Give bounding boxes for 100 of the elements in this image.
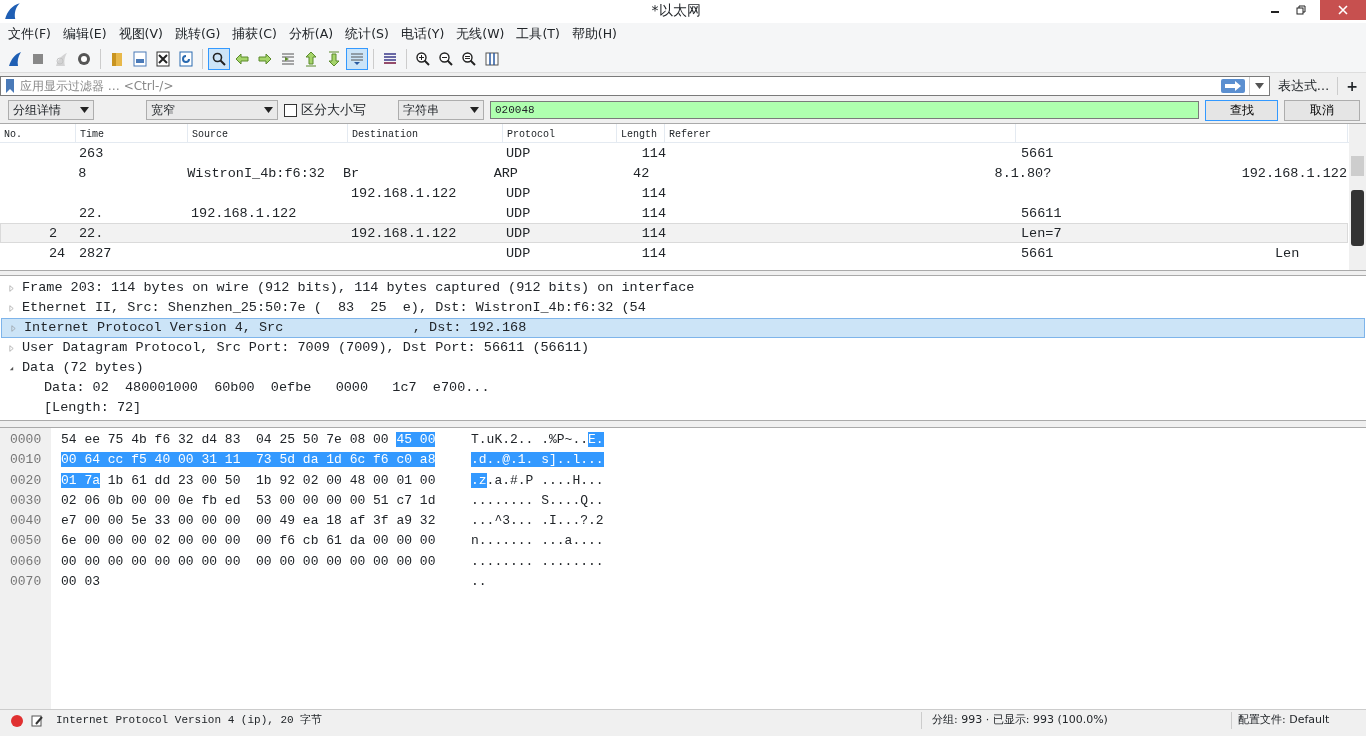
ascii-text: ........ S....Q.. [471,492,604,508]
table-cell: 22. [79,226,104,241]
table-cell: 8.1.80? [994,166,1052,181]
column-header[interactable]: No. [0,124,76,142]
table-cell: 24 [49,246,66,261]
column-header[interactable]: Source [188,124,348,142]
tree-label: Data: 02 480001000 60b00 0efbe 0000 1c7 e700... [44,378,490,397]
column-header[interactable]: Length [617,124,665,142]
column-header[interactable]: Destination [348,124,503,142]
hex-bytes: e7 00 00 5e 33 00 00 00 00 49 ea 18 af 3f a9 32 [61,513,436,529]
charset-select[interactable]: 宽窄 [146,100,278,120]
hex-bytes: 45 00 [396,432,436,447]
add-filter-button[interactable]: + [1338,75,1366,97]
menu-item[interactable]: 统计(S) [339,25,395,44]
tree-label: [Length: 72] [44,398,142,417]
table-cell: UDP [506,246,531,261]
menu-item[interactable]: 视图(V) [112,25,169,44]
table-cell: 2 [49,226,58,241]
menu-item[interactable]: 无线(W) [450,25,511,44]
table-cell: WistronI_4b:f6:32 [187,166,325,181]
hex-bytes: 00 03 [61,574,100,590]
ascii-text: T.uK.2.. .%P~.. [471,432,589,447]
table-cell: 42 [633,166,650,181]
offset-label: 0030 [9,491,43,510]
menu-item[interactable]: 电话(Y) [394,25,451,44]
table-cell: 22. [79,206,104,221]
table-cell: 192.168.1.122 [191,206,297,221]
caret-icon [470,107,479,113]
table-cell: 114 [641,186,666,201]
restore-icon[interactable] [1296,5,1306,15]
table-cell: 114 [641,226,666,241]
ascii-text: n....... ...a.... [471,533,604,549]
table-cell: 8 [78,166,87,181]
profile-label: 配置文件: Default [1231,712,1330,729]
packet-row[interactable]: 22. 192.168.1.122 UDP 114 56611 [0,203,1348,223]
hex-bytes: 1b 61 dd 23 00 50 1b 92 02 00 48 00 01 00 [106,472,436,488]
menu-item[interactable]: 分析(A) [282,25,340,44]
tree-row[interactable]: Internet Protocol Version 4, Src , Dst: 192.168 [1,318,1365,338]
offset-label: 0070 [9,573,43,592]
ascii-text: .d..@.1. s]..l... [471,452,604,468]
table-cell: ARP [493,166,518,181]
expression-button[interactable]: 表达式… [1269,76,1339,96]
menu-item[interactable]: 文件(F) [2,25,57,44]
tree-label: Internet Protocol Version 4, Src , Dst: 192.168 [24,318,527,337]
close-icon[interactable] [1338,5,1348,15]
offset-label: 0010 [9,451,43,470]
tree-row[interactable]: User Datagram Protocol, Src Port: 7009 (7009), Dst Port: 56611 (56611) [0,338,1366,358]
table-cell: UDP [506,146,531,161]
table-cell: 192.168.1.122 [351,186,457,201]
window-title: *以太网 [651,2,701,18]
table-cell: UDP [506,206,531,221]
table-cell: 5661 [1021,146,1054,161]
column-header[interactable]: Referer [665,124,1016,142]
caret-icon [80,107,89,113]
column-header[interactable]: Protocol [503,124,617,142]
search-scope-select[interactable]: 分组详情 [8,100,94,120]
table-cell: 2827 [79,246,112,261]
scrollbar[interactable] [1349,124,1366,270]
search-type-select[interactable]: 字符串 [398,100,484,120]
packet-row[interactable]: 2 22. 192.168.1.122 UDP 114 Len=7 [0,223,1348,243]
close-button[interactable] [1320,0,1366,20]
offset-label: 0020 [9,471,43,490]
menu-item[interactable]: 捕获(C) [226,25,283,44]
edit-icon[interactable] [30,713,44,728]
status-indicator-icon [10,713,24,728]
table-cell: 192.168.1.122 [351,226,457,241]
tree-row[interactable]: Ethernet II, Src: Shenzhen_25:50:7e ( 83 25 e), Dst: WistronI_4b:f6:32 (54 [0,298,1366,318]
packet-row[interactable]: 8 WistronI_4b:f6:32 Br ARP 42 8.1.80? 192.168.1.122 [0,163,1348,183]
find-button[interactable]: 查找 [1205,99,1278,121]
packet-row[interactable]: 263 UDP 114 5661 [0,143,1348,163]
packet-row[interactable]: 24 2827 UDP 114 5661 Len [0,243,1348,263]
table-cell: 192.168.1.122 [1241,166,1347,181]
table-cell: Len [1275,246,1300,261]
menu-item[interactable]: 工具(T) [510,25,566,44]
status-text: Internet Protocol Version 4 (ip), 20 字节 [56,713,324,729]
table-cell: UDP [506,186,531,201]
tree-row[interactable]: Frame 203: 114 bytes on wire (912 bits), 114 bytes captured (912 bits) on interface [0,278,1366,298]
hex-bytes: 02 06 0b 00 00 0e fb ed 53 00 00 00 00 51 c7 1d [61,492,436,508]
cancel-button[interactable]: 取消 [1284,99,1360,121]
menu-item[interactable]: 帮助(H) [565,25,623,44]
caret-icon [264,107,273,113]
table-cell: 114 [641,206,666,221]
packet-count: 分组: 993 · 已显示: 993 (100.0%) [921,712,1231,729]
ascii-text: ...^3... .I...?.2 [471,513,604,529]
tree-row[interactable]: Data (72 bytes) [0,358,1366,378]
hex-bytes: 00 00 00 00 00 00 00 00 00 00 00 00 00 00 00 00 [61,553,436,569]
ascii-text: ........ ........ [471,553,604,569]
table-cell: 5661 [1021,246,1054,261]
menu-item[interactable]: 编辑(E) [56,25,113,44]
table-cell: Len=7 [1021,226,1062,241]
ascii-text: .. [471,574,487,590]
ascii-text: .a.#.P ....H... [486,472,604,488]
packet-row[interactable]: 192.168.1.122 UDP 114 [0,183,1348,203]
menu-item[interactable]: 跳转(G) [168,25,227,44]
search-field[interactable]: 020048 [490,101,1199,119]
ascii-text: E. [588,432,604,447]
offset-label: 0060 [9,552,43,571]
column-header[interactable]: Time [76,124,188,142]
table-cell: Br [342,166,360,181]
case-sensitive-checkbox[interactable]: 区分大小写 [284,100,366,120]
